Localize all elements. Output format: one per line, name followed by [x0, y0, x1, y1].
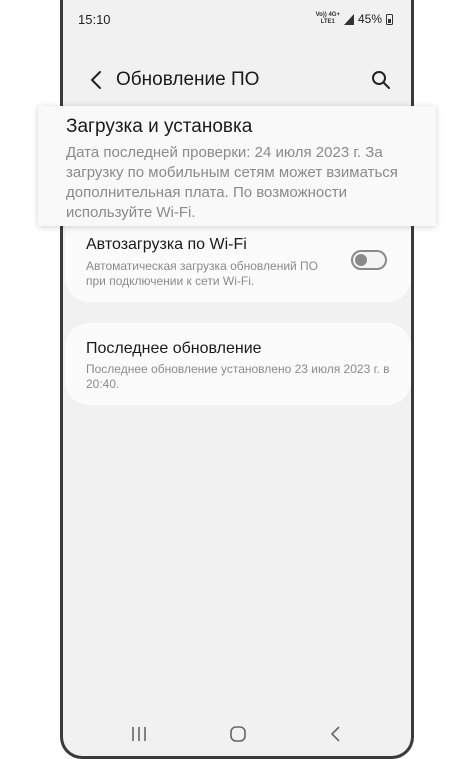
navigation-bar	[63, 722, 411, 746]
auto-download-title: Автозагрузка по Wi-Fi	[86, 236, 247, 253]
status-time: 15:10	[78, 12, 111, 27]
search-icon[interactable]	[369, 68, 393, 92]
auto-download-toggle[interactable]	[351, 250, 387, 270]
network-type-icon: Vo)) 4G+ LTE1	[316, 12, 340, 26]
download-install-title: Загрузка и установка	[66, 116, 253, 137]
network-type-bottom: LTE1	[320, 19, 335, 25]
home-icon[interactable]	[223, 722, 253, 746]
network-type-top: Vo)) 4G+	[315, 12, 340, 18]
recent-apps-icon[interactable]	[124, 722, 154, 746]
auto-download-row[interactable]: Автозагрузка по Wi-Fi Автоматическая заг…	[65, 232, 411, 296]
auto-download-subtitle: Автоматическая загрузка обновлений ПО пр…	[86, 259, 319, 288]
last-update-title: Последнее обновление	[86, 340, 262, 357]
toggle-knob	[355, 254, 367, 266]
battery-percent: 45%	[357, 12, 382, 26]
download-install-description: Дата последней проверки: 24 июля 2023 г.…	[66, 144, 398, 221]
app-bar: Обновление ПО	[63, 60, 411, 100]
battery-icon	[386, 13, 393, 25]
back-nav-icon[interactable]	[321, 722, 351, 746]
last-update-item[interactable]: Последнее обновление Последнее обновлени…	[65, 323, 411, 405]
download-install-item[interactable]: Загрузка и установка Дата последней пров…	[38, 106, 436, 226]
signal-icon	[343, 13, 354, 25]
last-update-subtitle: Последнее обновление установлено 23 июля…	[86, 362, 390, 391]
page-title: Обновление ПО	[116, 69, 260, 90]
status-bar: 15:10 Vo)) 4G+ LTE1 45%	[63, 10, 411, 32]
back-arrow-icon[interactable]	[85, 68, 109, 92]
status-indicators: Vo)) 4G+ LTE1 45%	[316, 12, 393, 26]
